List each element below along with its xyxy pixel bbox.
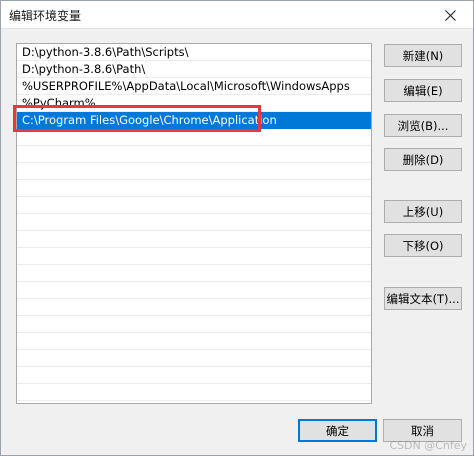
- path-list-empty-row[interactable]: [17, 367, 371, 384]
- edit-env-variable-dialog: 编辑环境变量 D:\python-3.8.6\Path\Scripts\ D:\…: [0, 0, 474, 456]
- path-list-empty-row[interactable]: [17, 146, 371, 163]
- move-down-button[interactable]: 下移(O): [384, 234, 462, 257]
- path-list-item[interactable]: %PyCharm%: [17, 95, 371, 112]
- delete-button[interactable]: 删除(D): [384, 148, 462, 171]
- new-button[interactable]: 新建(N): [384, 44, 462, 67]
- ok-button[interactable]: 确定: [298, 419, 377, 442]
- path-list-empty-row[interactable]: [17, 299, 371, 316]
- title-bar: 编辑环境变量: [1, 1, 473, 29]
- close-icon: [444, 9, 456, 21]
- move-up-button[interactable]: 上移(U): [384, 200, 462, 223]
- path-list-empty-row[interactable]: [17, 384, 371, 401]
- close-button[interactable]: [427, 1, 473, 29]
- path-list-empty-row[interactable]: [17, 197, 371, 214]
- path-list-empty-row[interactable]: [17, 129, 371, 146]
- path-list-empty-row[interactable]: [17, 282, 371, 299]
- path-list-item[interactable]: D:\python-3.8.6\Path\Scripts\: [17, 44, 371, 61]
- path-list-item[interactable]: D:\python-3.8.6\Path\: [17, 61, 371, 78]
- cancel-button[interactable]: 取消: [383, 419, 462, 442]
- path-list-empty-row[interactable]: [17, 163, 371, 180]
- path-list[interactable]: D:\python-3.8.6\Path\Scripts\ D:\python-…: [16, 43, 372, 404]
- edit-text-button[interactable]: 编辑文本(T)...: [384, 287, 462, 310]
- path-list-empty-row[interactable]: [17, 248, 371, 265]
- path-list-empty-row[interactable]: [17, 180, 371, 197]
- edit-button[interactable]: 编辑(E): [384, 79, 462, 102]
- window-title: 编辑环境变量: [9, 9, 82, 23]
- path-list-empty-row[interactable]: [17, 333, 371, 350]
- path-list-empty-row[interactable]: [17, 316, 371, 333]
- path-list-item-selected[interactable]: C:\Program Files\Google\Chrome\Applicati…: [17, 112, 371, 129]
- path-list-empty-row[interactable]: [17, 350, 371, 367]
- browse-button[interactable]: 浏览(B)...: [384, 114, 462, 137]
- path-list-empty-row[interactable]: [17, 231, 371, 248]
- path-list-item[interactable]: %USERPROFILE%\AppData\Local\Microsoft\Wi…: [17, 78, 371, 95]
- path-list-empty-row[interactable]: [17, 214, 371, 231]
- path-list-empty-row[interactable]: [17, 265, 371, 282]
